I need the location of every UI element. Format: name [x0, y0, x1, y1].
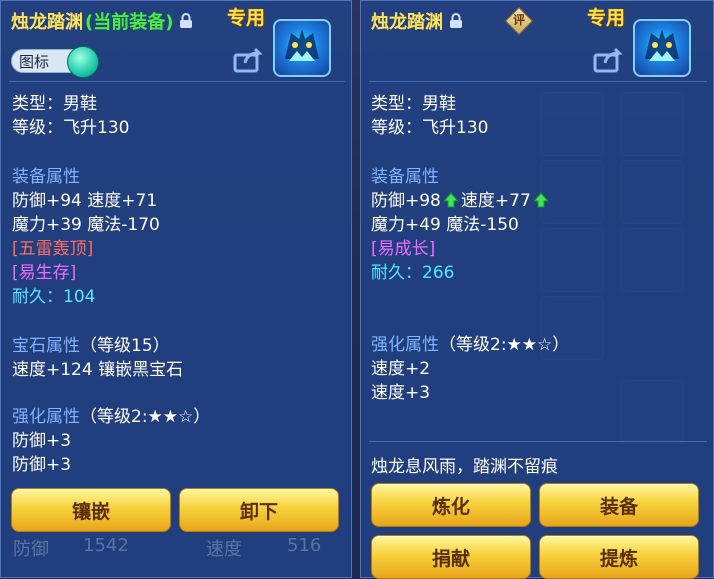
evaluate-icon[interactable]: 评	[504, 6, 534, 36]
donate-button[interactable]: 捐献	[371, 535, 531, 579]
special-skill: [五雷轰顶]	[12, 239, 94, 259]
enhance-line: 防御+3	[12, 455, 72, 475]
enhance-level: （等级2:★★☆）	[80, 407, 211, 427]
lock-icon	[180, 13, 193, 28]
current-equipped-tag: (当前装备)	[85, 12, 174, 33]
share-icon[interactable]	[593, 47, 623, 73]
inlay-button[interactable]: 镶嵌	[11, 488, 171, 532]
bg-stat-value: 1542	[83, 535, 129, 556]
gem-line: 速度+124 镶嵌黑宝石	[12, 360, 184, 380]
durability: 耐久：104	[12, 286, 95, 308]
extract-button[interactable]: 提炼	[539, 535, 699, 579]
divider	[9, 81, 345, 82]
refine-button[interactable]: 炼化	[371, 483, 531, 527]
attr-defense: 防御+98	[371, 191, 441, 211]
divider	[369, 441, 707, 442]
divider	[369, 81, 707, 82]
durability-label: 耐久：	[12, 287, 63, 307]
equip-attr-header: 装备属性	[371, 167, 439, 187]
attr-line: 魔力+39 魔法-170	[12, 215, 160, 235]
item-type: 类型：男鞋	[12, 94, 97, 114]
exclusive-tag: 专用	[587, 7, 626, 29]
lock-icon	[450, 13, 462, 28]
enhance-line: 速度+2	[371, 359, 431, 379]
special-effect: [易成长]	[371, 239, 436, 259]
enhance-line: 防御+3	[12, 431, 72, 451]
item-title-row: 烛龙踏渊 (当前装备)	[11, 7, 193, 35]
enhance-attr-header: 强化属性	[12, 407, 80, 427]
exclusive-tag: 专用	[227, 7, 266, 29]
enhance-level: （等级2:★★☆）	[439, 335, 570, 355]
item-name: 烛龙踏渊	[371, 12, 443, 33]
unequip-button[interactable]: 卸下	[179, 488, 339, 532]
icon-toggle[interactable]: 图标	[11, 45, 99, 78]
gem-attr-row: 宝石属性（等级15）	[12, 335, 170, 357]
item-icon-boots[interactable]	[273, 19, 331, 77]
toggle-knob[interactable]	[67, 46, 99, 78]
enhance-attr-row: 强化属性（等级2:★★☆）	[12, 406, 210, 428]
attr-line: 防御+94 速度+71	[12, 191, 158, 211]
item-level: 等级：飞升130	[12, 118, 130, 138]
attr-line: 魔力+49 魔法-150	[371, 215, 519, 235]
attr-speed: 速度+77	[460, 191, 531, 211]
flavor-text: 烛龙息风雨，踏渊不留痕	[371, 457, 558, 477]
enhance-attr-row: 强化属性（等级2:★★☆）	[371, 334, 569, 356]
equip-attr-header: 装备属性	[12, 167, 80, 187]
durability: 耐久：266	[371, 262, 454, 284]
gem-attr-header: 宝石属性	[12, 336, 80, 356]
bg-stat-value: 516	[287, 535, 322, 556]
enhance-line: 速度+3	[371, 383, 431, 403]
bg-stat-label: 速度	[206, 539, 242, 560]
enhance-attr-header: 强化属性	[371, 335, 439, 355]
item-type: 类型：男鞋	[371, 94, 456, 114]
arrow-up-icon	[442, 192, 459, 208]
evaluate-label: 评	[512, 13, 525, 27]
item-title-row: 烛龙踏渊	[371, 7, 463, 35]
durability-value: 104	[63, 287, 96, 307]
gem-level: （等级15）	[80, 336, 170, 356]
boots-icon	[285, 29, 319, 61]
compare-equipment-panel: 烛龙踏渊 评 专用 类型：男鞋 等级：飞升130 装备属性 防御+98 速度+77…	[360, 0, 714, 579]
current-equipment-panel: 烛龙踏渊 (当前装备) 专用 图标 类型：男鞋 等级：飞升130 装备属性 防御…	[0, 0, 352, 578]
bg-stat-label: 防御	[13, 539, 49, 560]
equip-button[interactable]: 装备	[539, 483, 699, 527]
item-icon-boots[interactable]	[633, 19, 691, 77]
toggle-label: 图标	[19, 53, 50, 71]
item-level: 等级：飞升130	[371, 118, 489, 138]
durability-label: 耐久：	[371, 263, 422, 283]
boots-icon	[645, 29, 679, 61]
item-name: 烛龙踏渊	[11, 12, 83, 33]
share-icon[interactable]	[233, 47, 263, 73]
arrow-up-icon	[532, 192, 549, 208]
durability-value: 266	[422, 263, 455, 283]
attr-line: 防御+98 速度+77	[371, 190, 551, 212]
special-effect: [易生存]	[12, 263, 77, 283]
